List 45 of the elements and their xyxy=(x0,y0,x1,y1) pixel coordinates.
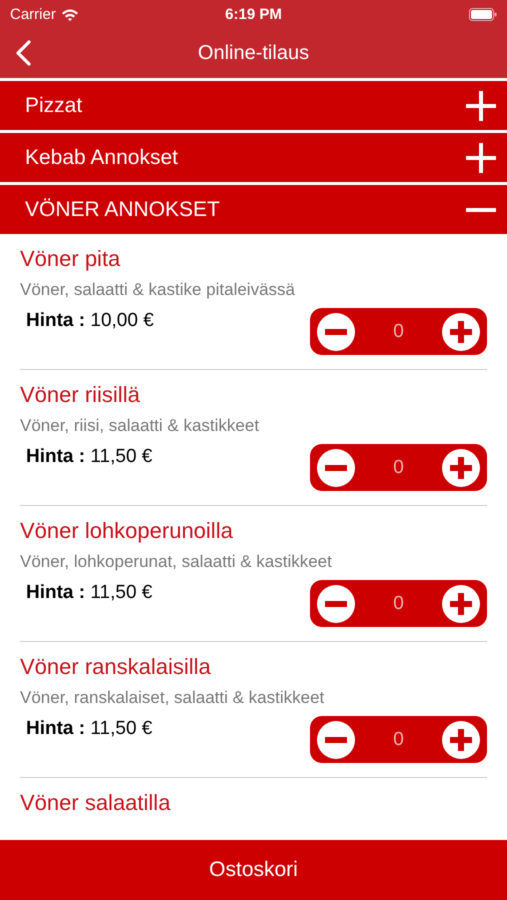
category-header[interactable]: Kebab Annokset xyxy=(0,133,507,182)
item-description: Vöner, salaatti & kastike pitaleivässä xyxy=(20,279,296,301)
category-label: Pizzat xyxy=(25,94,82,118)
carrier-label: Carrier xyxy=(10,6,56,22)
quantity-value: 0 xyxy=(393,592,404,614)
increase-button[interactable] xyxy=(442,720,480,758)
category-header[interactable]: VÖNER ANNOKSET xyxy=(0,185,507,234)
item-description: Vöner, ranskalaiset, salaatti & kastikkeet xyxy=(20,687,326,709)
plus-circle-icon xyxy=(442,448,480,486)
item-name: Vöner pita xyxy=(20,245,122,273)
decrease-button[interactable] xyxy=(317,312,355,350)
decrease-button[interactable] xyxy=(317,584,355,622)
plus-circle-icon xyxy=(442,720,480,758)
item-name: Vöner riisillä xyxy=(20,381,141,409)
quantity-value: 0 xyxy=(393,456,404,478)
clock-time: 6:19 PM xyxy=(225,6,282,22)
battery-icon xyxy=(469,8,497,20)
category-header[interactable]: Pizzat xyxy=(0,81,507,130)
item-price: Hinta : 11,50 € xyxy=(25,718,152,740)
wifi-icon xyxy=(60,8,79,20)
screen-title: Online-tilaus xyxy=(198,42,310,64)
item-name: Vöner ranskalaisilla xyxy=(20,653,212,681)
increase-button[interactable] xyxy=(442,448,480,486)
minus-circle-icon xyxy=(317,720,355,758)
item-name: Vöner salaatilla xyxy=(20,789,172,817)
item-price: Hinta : 11,50 € xyxy=(25,582,152,604)
quantity-value: 0 xyxy=(393,320,404,342)
item-description: Vöner, lohkoperunat, salaatti & kastikkeet xyxy=(20,551,333,573)
increase-button[interactable] xyxy=(442,312,480,350)
item-description: Vöner, riisi, salaatti & kastikkeet xyxy=(20,415,260,437)
item-price: Hinta : 10,00 € xyxy=(25,310,154,332)
category-label: VÖNER ANNOKSET xyxy=(25,198,220,222)
minus-circle-icon xyxy=(317,312,355,350)
plus-circle-icon xyxy=(442,312,480,350)
quantity-value: 0 xyxy=(393,728,404,750)
cart-button[interactable]: Ostoskori xyxy=(0,840,507,900)
decrease-button[interactable] xyxy=(317,448,355,486)
category-label: Kebab Annokset xyxy=(25,146,178,170)
increase-button[interactable] xyxy=(442,584,480,622)
item-price: Hinta : 11,50 € xyxy=(25,446,152,468)
item-name: Vöner lohkoperunoilla xyxy=(20,517,234,545)
plus-circle-icon xyxy=(442,584,480,622)
minus-circle-icon xyxy=(317,448,355,486)
decrease-button[interactable] xyxy=(317,720,355,758)
minus-circle-icon xyxy=(317,584,355,622)
